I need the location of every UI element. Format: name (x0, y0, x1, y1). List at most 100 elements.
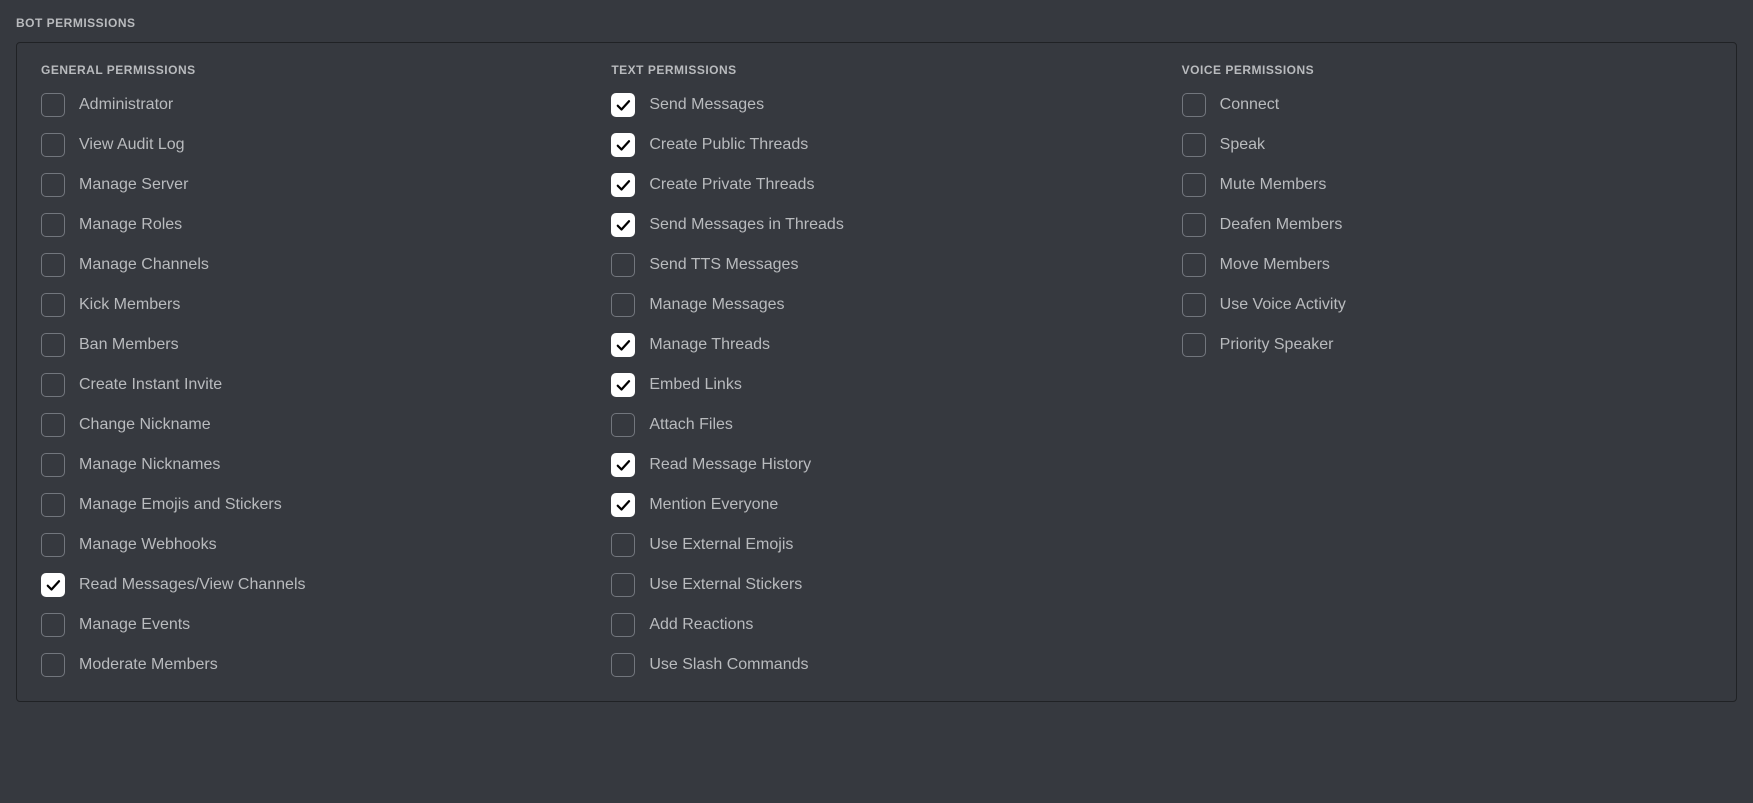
general-permissions-column: GENERAL PERMISSIONS Administrator View Au… (41, 63, 571, 677)
perm-row-add-reactions[interactable]: Add Reactions (611, 613, 1141, 637)
perm-label: Manage Server (79, 175, 188, 194)
perm-label: Change Nickname (79, 415, 211, 434)
perm-label: Manage Emojis and Stickers (79, 495, 282, 514)
perm-label: Send TTS Messages (649, 255, 798, 274)
perm-row-manage-server[interactable]: Manage Server (41, 173, 571, 197)
perm-row-deafen-members[interactable]: Deafen Members (1182, 213, 1712, 237)
perm-checkbox-connect[interactable] (1182, 93, 1206, 117)
perm-label: Use External Emojis (649, 535, 793, 554)
perm-checkbox-manage-server[interactable] (41, 173, 65, 197)
perm-checkbox-priority-speaker[interactable] (1182, 333, 1206, 357)
perm-row-use-voice-activity[interactable]: Use Voice Activity (1182, 293, 1712, 317)
perm-label: Manage Nicknames (79, 455, 220, 474)
perm-label: Kick Members (79, 295, 180, 314)
perm-row-manage-emojis-and-stickers[interactable]: Manage Emojis and Stickers (41, 493, 571, 517)
perm-label: View Audit Log (79, 135, 185, 154)
perm-row-create-private-threads[interactable]: Create Private Threads (611, 173, 1141, 197)
perm-checkbox-use-external-emojis[interactable] (611, 533, 635, 557)
perm-row-create-public-threads[interactable]: Create Public Threads (611, 133, 1141, 157)
perm-row-manage-events[interactable]: Manage Events (41, 613, 571, 637)
perm-checkbox-administrator[interactable] (41, 93, 65, 117)
perm-label: Mention Everyone (649, 495, 778, 514)
perm-checkbox-ban-members[interactable] (41, 333, 65, 357)
perm-row-manage-messages[interactable]: Manage Messages (611, 293, 1141, 317)
perm-checkbox-speak[interactable] (1182, 133, 1206, 157)
perm-checkbox-moderate-members[interactable] (41, 653, 65, 677)
perm-label: Move Members (1220, 255, 1330, 274)
perm-row-use-external-emojis[interactable]: Use External Emojis (611, 533, 1141, 557)
perm-checkbox-mute-members[interactable] (1182, 173, 1206, 197)
perm-checkbox-manage-channels[interactable] (41, 253, 65, 277)
perm-checkbox-send-tts-messages[interactable] (611, 253, 635, 277)
perm-row-use-slash-commands[interactable]: Use Slash Commands (611, 653, 1141, 677)
perm-row-send-tts-messages[interactable]: Send TTS Messages (611, 253, 1141, 277)
perm-row-speak[interactable]: Speak (1182, 133, 1712, 157)
perm-label: Mute Members (1220, 175, 1327, 194)
perm-checkbox-read-message-history[interactable] (611, 453, 635, 477)
voice-permissions-column: VOICE PERMISSIONS Connect Speak Mute Membe… (1182, 63, 1712, 677)
column-heading-text: TEXT PERMISSIONS (611, 63, 1141, 77)
perm-row-priority-speaker[interactable]: Priority Speaker (1182, 333, 1712, 357)
perm-label: Manage Threads (649, 335, 770, 354)
perm-row-view-audit-log[interactable]: View Audit Log (41, 133, 571, 157)
perm-row-moderate-members[interactable]: Moderate Members (41, 653, 571, 677)
perm-checkbox-deafen-members[interactable] (1182, 213, 1206, 237)
perm-row-mute-members[interactable]: Mute Members (1182, 173, 1712, 197)
perm-row-mention-everyone[interactable]: Mention Everyone (611, 493, 1141, 517)
perm-row-embed-links[interactable]: Embed Links (611, 373, 1141, 397)
perm-row-kick-members[interactable]: Kick Members (41, 293, 571, 317)
perm-checkbox-kick-members[interactable] (41, 293, 65, 317)
general-permissions-list: Administrator View Audit Log Manage Server… (41, 93, 571, 677)
column-heading-general: GENERAL PERMISSIONS (41, 63, 571, 77)
perm-row-administrator[interactable]: Administrator (41, 93, 571, 117)
perm-row-read-message-history[interactable]: Read Message History (611, 453, 1141, 477)
perm-label: Read Messages/View Channels (79, 575, 306, 594)
perm-checkbox-change-nickname[interactable] (41, 413, 65, 437)
perm-row-create-instant-invite[interactable]: Create Instant Invite (41, 373, 571, 397)
perm-label: Ban Members (79, 335, 179, 354)
perm-row-manage-channels[interactable]: Manage Channels (41, 253, 571, 277)
perm-checkbox-create-private-threads[interactable] (611, 173, 635, 197)
perm-row-send-messages[interactable]: Send Messages (611, 93, 1141, 117)
perm-row-manage-nicknames[interactable]: Manage Nicknames (41, 453, 571, 477)
perm-label: Use External Stickers (649, 575, 802, 594)
perm-row-attach-files[interactable]: Attach Files (611, 413, 1141, 437)
perm-label: Send Messages (649, 95, 764, 114)
perm-checkbox-manage-webhooks[interactable] (41, 533, 65, 557)
perm-checkbox-create-public-threads[interactable] (611, 133, 635, 157)
perm-checkbox-manage-emojis-and-stickers[interactable] (41, 493, 65, 517)
perm-checkbox-manage-events[interactable] (41, 613, 65, 637)
perm-checkbox-manage-threads[interactable] (611, 333, 635, 357)
perm-row-manage-webhooks[interactable]: Manage Webhooks (41, 533, 571, 557)
perm-label: Priority Speaker (1220, 335, 1334, 354)
perm-checkbox-manage-messages[interactable] (611, 293, 635, 317)
perm-label: Manage Channels (79, 255, 209, 274)
perm-checkbox-send-messages[interactable] (611, 93, 635, 117)
perm-checkbox-manage-roles[interactable] (41, 213, 65, 237)
perm-checkbox-attach-files[interactable] (611, 413, 635, 437)
perm-checkbox-use-voice-activity[interactable] (1182, 293, 1206, 317)
perm-row-change-nickname[interactable]: Change Nickname (41, 413, 571, 437)
perm-checkbox-send-messages-in-threads[interactable] (611, 213, 635, 237)
perm-row-manage-threads[interactable]: Manage Threads (611, 333, 1141, 357)
perm-checkbox-mention-everyone[interactable] (611, 493, 635, 517)
perm-row-manage-roles[interactable]: Manage Roles (41, 213, 571, 237)
perm-row-move-members[interactable]: Move Members (1182, 253, 1712, 277)
perm-checkbox-create-instant-invite[interactable] (41, 373, 65, 397)
perm-row-send-messages-in-threads[interactable]: Send Messages in Threads (611, 213, 1141, 237)
perm-row-connect[interactable]: Connect (1182, 93, 1712, 117)
perm-checkbox-use-slash-commands[interactable] (611, 653, 635, 677)
perm-checkbox-use-external-stickers[interactable] (611, 573, 635, 597)
perm-label: Embed Links (649, 375, 742, 394)
perm-checkbox-move-members[interactable] (1182, 253, 1206, 277)
perm-checkbox-read-messages-view-channels[interactable] (41, 573, 65, 597)
perm-checkbox-view-audit-log[interactable] (41, 133, 65, 157)
perm-row-use-external-stickers[interactable]: Use External Stickers (611, 573, 1141, 597)
column-heading-voice: VOICE PERMISSIONS (1182, 63, 1712, 77)
perm-checkbox-add-reactions[interactable] (611, 613, 635, 637)
perm-checkbox-embed-links[interactable] (611, 373, 635, 397)
perm-row-read-messages-view-channels[interactable]: Read Messages/View Channels (41, 573, 571, 597)
perm-checkbox-manage-nicknames[interactable] (41, 453, 65, 477)
perm-row-ban-members[interactable]: Ban Members (41, 333, 571, 357)
perm-label: Add Reactions (649, 615, 753, 634)
